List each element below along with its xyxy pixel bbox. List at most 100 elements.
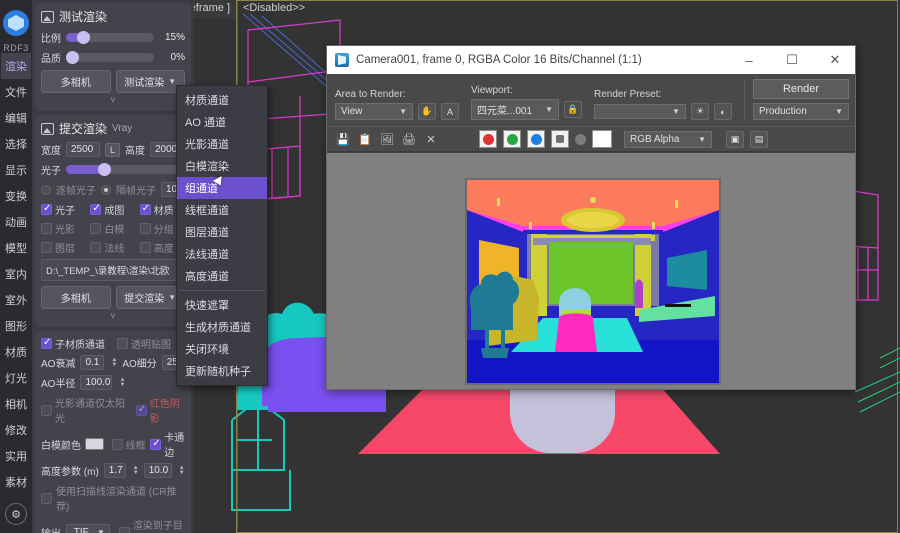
lock-icon[interactable]: 🔒 [564, 101, 582, 118]
render-preset-select[interactable]: ▼ [594, 104, 686, 119]
lock-ratio-button[interactable]: L [105, 142, 120, 157]
checkbox-layer[interactable]: 图层 [41, 240, 86, 255]
width-input[interactable]: 2500 [66, 142, 100, 157]
collapse-icon[interactable]: ˅ [41, 95, 185, 105]
print-icon[interactable]: 🖨 [401, 131, 417, 147]
dock-item-display[interactable]: 显示 [1, 157, 31, 183]
dock-item-light[interactable]: 灯光 [1, 365, 31, 391]
checkbox-whitemodel[interactable]: 白模 [90, 221, 135, 236]
ao-radius-input[interactable]: 100.0 [80, 375, 113, 390]
render-frame-window[interactable]: Camera001, frame 0, RGBA Color 16 Bits/C… [326, 45, 856, 390]
radio-skip-frame[interactable] [101, 184, 111, 195]
dock-item-render[interactable]: 渲染 [1, 53, 31, 79]
gear-icon[interactable]: ⚙ [5, 503, 27, 525]
render-window-titlebar[interactable]: Camera001, frame 0, RGBA Color 16 Bits/C… [327, 46, 855, 74]
environment-icon[interactable]: ◐ [714, 103, 732, 120]
minimize-button[interactable]: – [731, 47, 767, 73]
collapse-icon-2[interactable]: ˅ [41, 311, 185, 321]
dock-item-utility[interactable]: 实用 [1, 443, 31, 469]
render-setup-icon[interactable]: ☀ [691, 103, 709, 120]
maximize-button[interactable]: ☐ [774, 47, 810, 73]
dock-item-assets[interactable]: 素材 [1, 469, 31, 495]
height-param-a-input[interactable]: 1.7 [103, 463, 126, 478]
dock-item-modify[interactable]: 修改 [1, 417, 31, 443]
viewport-select[interactable]: 四元菜...001 ▼ [471, 99, 559, 120]
dock-item-edit[interactable]: 编辑 [1, 105, 31, 131]
menu-item-quick-mask[interactable]: 快速遮罩 [177, 294, 267, 316]
mono-channel-button[interactable] [575, 133, 586, 145]
dock-item-animation[interactable]: 动画 [1, 209, 31, 235]
height-param-b-stepper[interactable]: ▲ ▼ [179, 465, 185, 476]
test-render-submit-button[interactable]: 测试渲染 ▼ [115, 70, 185, 93]
submit-render-button[interactable]: 提交渲染 ▼ [115, 286, 185, 309]
checkbox-sun-only[interactable]: 光影通道仅太阳光 [41, 395, 127, 425]
multi-camera-button[interactable]: 多相机 [41, 70, 111, 93]
save-icon[interactable]: 💾 [335, 131, 351, 147]
alpha-channel-button[interactable] [551, 130, 569, 148]
checkbox-photon[interactable]: 光子 [41, 202, 86, 217]
menu-item-normal-channel[interactable]: 法线通道 [177, 243, 267, 265]
checkbox-transparent-map[interactable]: 透明贴图 [117, 336, 171, 351]
dock-item-material[interactable]: 材质 [1, 339, 31, 365]
height-param-a-stepper[interactable]: ▲ ▼ [133, 465, 139, 476]
blue-channel-button[interactable] [527, 130, 545, 148]
render-button[interactable]: Render [753, 79, 849, 99]
white-model-color-swatch[interactable] [85, 438, 104, 450]
render-mode-select[interactable]: Production ▼ [753, 103, 849, 120]
menu-item-ao-channel[interactable]: AO 通道 [177, 111, 267, 133]
checkbox-image[interactable]: 成图 [90, 202, 135, 217]
close-button[interactable]: ✕ [817, 47, 853, 73]
dock-item-camera[interactable]: 相机 [1, 391, 31, 417]
checkbox-sub-material-channel[interactable]: 子材质通道 [41, 336, 105, 351]
image-toggle-icon[interactable]: ▣ [726, 130, 744, 148]
hand-tool-icon[interactable]: ✋ [418, 103, 436, 120]
menu-item-white-model-render[interactable]: 白模渲染 [177, 155, 267, 177]
radio-per-frame[interactable] [41, 184, 51, 195]
ratio-slider[interactable] [66, 31, 154, 44]
multi-camera-button-2[interactable]: 多相机 [41, 286, 111, 309]
menu-item-height-channel[interactable]: 高度通道 [177, 265, 267, 287]
background-color-swatch[interactable] [592, 130, 612, 148]
checkbox-render-subdir[interactable]: 渲染到子目录 [118, 517, 185, 533]
menu-item-update-random-seed[interactable]: 更新随机种子 [177, 360, 267, 382]
render-canvas[interactable] [327, 153, 855, 389]
channel-select[interactable]: RGB Alpha ▼ [624, 130, 712, 148]
red-channel-button[interactable] [479, 130, 497, 148]
area-to-render-select[interactable]: View ▼ [335, 103, 413, 120]
output-format-select[interactable]: .TIF ▼ [66, 523, 110, 533]
dock-item-transform[interactable]: 变换 [1, 183, 31, 209]
checkbox-normal[interactable]: 法线 [90, 240, 135, 255]
output-path-input[interactable]: D:\_TEMP_\录教程\渲染\北欧 [41, 259, 185, 281]
ao-decay-stepper[interactable]: ▲ ▼ [111, 357, 117, 368]
checkbox-toon-edge[interactable]: 卡通边 [150, 429, 185, 459]
clone-icon[interactable]: 🖼 [379, 131, 395, 147]
dock-item-interior[interactable]: 室内 [1, 261, 31, 287]
menu-item-generate-material-channel[interactable]: 生成材质通道 [177, 316, 267, 338]
checkbox-red-shadow[interactable]: 红色阴影 [135, 395, 185, 425]
menu-item-material-channel[interactable]: 材质通道 [177, 89, 267, 111]
image-compare-icon[interactable]: ▤ [750, 130, 768, 148]
ao-decay-input[interactable]: 0.1 [80, 355, 105, 370]
dock-item-model[interactable]: 模型 [1, 235, 31, 261]
menu-item-shadow-channel[interactable]: 光影通道 [177, 133, 267, 155]
quality-slider[interactable] [66, 51, 154, 64]
dock-item-shape[interactable]: 图形 [1, 313, 31, 339]
height-param-b-input[interactable]: 10.0 [143, 463, 172, 478]
dock-item-file[interactable]: 文件 [1, 79, 31, 105]
menu-item-layer-channel[interactable]: 图层通道 [177, 221, 267, 243]
green-channel-button[interactable] [503, 130, 521, 148]
scanline-row[interactable]: 使用扫描线渲染通道 (CR推荐) [41, 483, 185, 513]
copy-icon[interactable]: 📋 [357, 131, 373, 147]
ao-radius-stepper[interactable]: ▲ ▼ [119, 377, 125, 388]
photon-slider[interactable] [66, 163, 185, 176]
menu-item-close-environment[interactable]: 关闭环境 [177, 338, 267, 360]
auto-region-icon[interactable]: A [441, 103, 459, 120]
menu-item-wireframe-channel[interactable]: 线框通道 [177, 199, 267, 221]
dock-item-exterior[interactable]: 室外 [1, 287, 31, 313]
checkbox-shadow[interactable]: 光影 [41, 221, 86, 236]
dock-item-select[interactable]: 选择 [1, 131, 31, 157]
channel-context-menu[interactable]: 材质通道 AO 通道 光影通道 白模渲染 组通道 线框通道 图层通道 法线通道 … [176, 85, 268, 386]
close-x-icon[interactable]: ✕ [423, 131, 439, 147]
checkbox-wireframe[interactable]: 线框 [111, 437, 147, 452]
left-dock[interactable]: RDF3 渲染 文件 编辑 选择 显示 变换 动画 模型 室内 室外 图形 材质… [0, 0, 32, 533]
